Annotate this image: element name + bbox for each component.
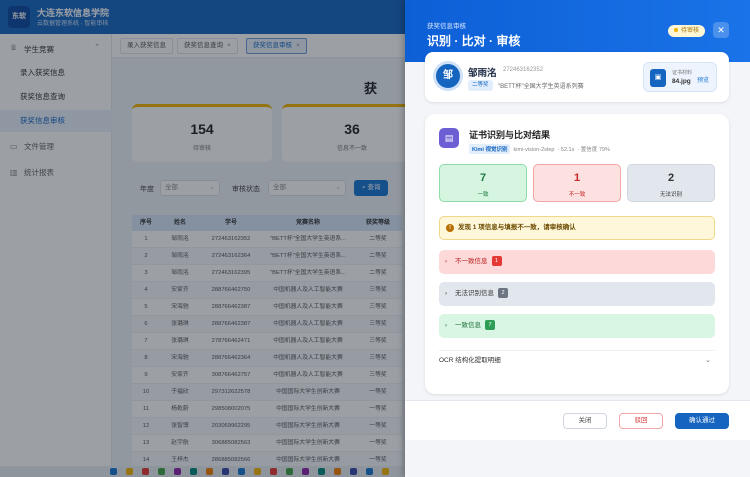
result-section-toggle[interactable]: › 无法识别信息 2 [439, 282, 715, 306]
summary-card: 1 不一致 [533, 164, 621, 202]
student-id: 272463162352 [503, 67, 544, 73]
review-drawer: 获奖信息审核 识别 · 比对 · 审核 待审核 ✕ 邹 邹雨洺 27246316… [405, 0, 750, 477]
summary-card: 2 无法识别 [627, 164, 715, 202]
drawer-title: 识别 · 比对 · 审核 [427, 34, 521, 48]
competition-name: "BETT杯"全国大学生英语系列赛 [498, 84, 584, 90]
avatar: 邹 [433, 61, 463, 91]
chevron-right-icon: › [445, 323, 447, 329]
summary-label: 无法识别 [659, 192, 682, 198]
summary-count: 2 [667, 172, 675, 184]
student-card: 邹 邹雨洺 272463162352 二等奖 "BETT杯"全国大学生英语系列赛… [425, 52, 729, 102]
close-button[interactable]: 关闭 [563, 413, 607, 429]
drawer-kicker: 获奖信息审核 [427, 23, 466, 30]
section-label: 一致信息 [455, 322, 481, 329]
section-count-badge: 1 [491, 256, 502, 267]
approve-button[interactable]: 确认通过 [675, 413, 729, 429]
document-check-icon: ▤ [439, 128, 459, 148]
section-count-badge: 2 [498, 288, 508, 299]
summary-count: 1 [573, 172, 581, 184]
summary-label: 不一致 [568, 192, 586, 198]
recognition-result-card: ▤ 证书识别与比对结果 Kimi 视觉识别 kimi-vision-2step … [425, 114, 729, 394]
ocr-details-toggle[interactable]: OCR 结构化提取明细 ⌄ [439, 350, 715, 370]
section-count-badge: 7 [485, 320, 495, 331]
alert-icon: ! [446, 224, 454, 232]
result-title: 证书识别与比对结果 [469, 130, 551, 140]
chevron-right-icon: › [445, 291, 447, 297]
section-label: 无法识别信息 [455, 290, 494, 297]
result-meta: Kimi 视觉识别 kimi-vision-2step · 52.1s · 置信… [469, 144, 610, 154]
close-icon[interactable]: ✕ [713, 22, 729, 38]
summary-label: 一致 [477, 192, 489, 198]
reject-button[interactable]: 驳回 [619, 413, 663, 429]
drawer-footer: 关闭 驳回 确认通过 [405, 400, 750, 440]
result-section-toggle[interactable]: › 一致信息 7 [439, 314, 715, 338]
modal-overlay[interactable] [0, 0, 405, 477]
section-label: 不一致信息 [455, 258, 488, 265]
student-name: 邹雨洺 [468, 68, 497, 79]
app-root: 东软 大连东软信息学院 云数据管理系统 · 智能审核 ♕ 学生竞赛 ⌃ 录入获奖… [0, 0, 750, 477]
summary-count: 7 [479, 172, 487, 184]
chevron-right-icon: › [445, 259, 447, 265]
image-file-icon: ▣ [650, 69, 666, 87]
chevron-down-icon: ⌄ [705, 357, 711, 364]
summary-card: 7 一致 [439, 164, 527, 202]
status-badge: 待审核 [668, 25, 706, 37]
preview-link[interactable]: 预览 [697, 75, 709, 84]
certificate-file[interactable]: ▣ 证书材料 84.jpg 预览 [643, 62, 717, 92]
award-level-badge: 二等奖 [468, 80, 493, 91]
file-name: 84.jpg [672, 78, 691, 85]
result-section-toggle[interactable]: › 不一致信息 1 [439, 250, 715, 274]
mismatch-alert: ! 发现 1 项信息与填报不一致，请审核确认 [439, 216, 715, 240]
